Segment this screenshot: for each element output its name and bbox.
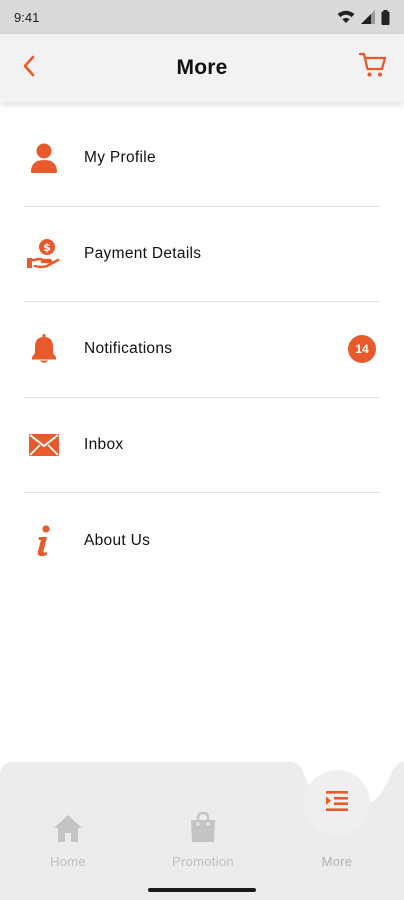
- cart-button[interactable]: [358, 52, 388, 82]
- nav-more-label: More: [321, 854, 353, 869]
- chevron-left-icon: [22, 55, 36, 82]
- shopping-bag-icon: [189, 811, 217, 848]
- app-header: More: [0, 34, 404, 102]
- menu-item-label: About Us: [84, 531, 151, 549]
- nav-promotion-label: Promotion: [172, 854, 234, 869]
- menu-item-label: Notifications: [84, 340, 173, 358]
- menu-item-notifications[interactable]: Notifications 14: [24, 302, 380, 398]
- more-fab-button[interactable]: [304, 770, 370, 836]
- status-time: 9:41: [14, 9, 40, 25]
- menu-item-inbox[interactable]: Inbox: [24, 398, 380, 493]
- menu-item-label: Inbox: [84, 435, 124, 453]
- nav-home-label: Home: [50, 854, 86, 869]
- status-bar: 9:41: [0, 0, 404, 34]
- back-button[interactable]: [16, 54, 42, 82]
- menu-item-label: Payment Details: [84, 244, 202, 262]
- menu-item-label: My Profile: [84, 149, 156, 167]
- user-icon: [24, 138, 64, 178]
- bell-icon: [24, 329, 64, 369]
- home-icon: [52, 813, 84, 848]
- menu-item-payment-details[interactable]: $ Payment Details: [24, 207, 380, 302]
- payment-icon: $: [24, 234, 64, 274]
- svg-text:$: $: [43, 241, 51, 254]
- cart-icon: [358, 52, 387, 83]
- home-indicator[interactable]: [148, 888, 256, 892]
- menu-indent-icon: [325, 790, 349, 817]
- envelope-icon: [24, 425, 64, 465]
- more-menu-list: My Profile $ Payment Details Notificatio…: [0, 111, 404, 589]
- page-title: More: [176, 56, 228, 79]
- notification-count-badge: 14: [348, 335, 376, 364]
- nav-promotion[interactable]: Promotion: [153, 811, 253, 869]
- signal-icon: [361, 10, 375, 24]
- nav-home[interactable]: Home: [18, 814, 118, 869]
- battery-icon: [381, 9, 390, 25]
- menu-item-my-profile[interactable]: My Profile: [24, 111, 380, 207]
- menu-item-about-us[interactable]: About Us: [24, 493, 380, 589]
- status-icons: [337, 9, 390, 25]
- info-icon: [24, 521, 64, 561]
- wifi-icon: [337, 10, 355, 24]
